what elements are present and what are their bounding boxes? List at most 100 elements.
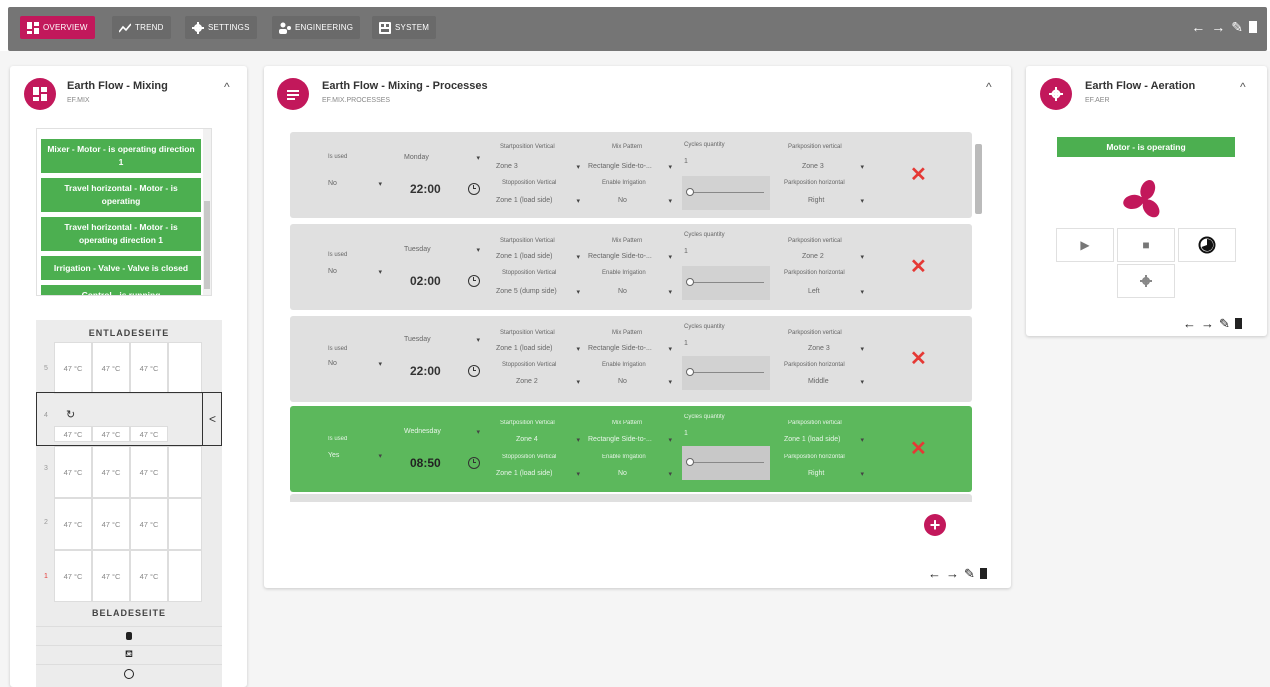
mix-pattern-select[interactable]: Rectangle Side-to-... ▾ [588,163,672,172]
time-value[interactable]: 08:50 [410,456,441,470]
clock-icon[interactable] [468,457,480,469]
is-used-select[interactable]: Yes ▾ [328,452,382,461]
process-row[interactable]: Is used No ▾ Monday ▾ 22:00 Startposition … [290,132,972,218]
mixing-status-list[interactable]: Mixer - Motor - is operating direction 1… [36,128,212,296]
park-vertical-select[interactable]: Zone 3 ▾ [784,163,864,172]
day-select[interactable]: Tuesday ▾ [404,336,480,345]
stop-vertical-select[interactable]: Zone 1 (load side) ▾ [496,470,580,479]
time-value[interactable]: 22:00 [410,182,441,196]
nav-trend-button[interactable]: TREND [112,16,171,39]
is-used-select[interactable]: No ▾ [328,180,382,189]
cycles-slider[interactable] [682,176,770,210]
mix-pattern-select[interactable]: Rectangle Side-to-... ▾ [588,436,672,445]
edit-pencil-icon[interactable]: ✎ [1219,316,1230,332]
process-row-partial[interactable] [290,494,972,502]
start-vertical-select[interactable]: Zone 4 ▾ [496,436,580,445]
irrigation-select[interactable]: No ▾ [588,378,672,387]
nav-system-button[interactable]: SYSTEM [372,16,437,39]
clock-icon[interactable] [468,183,480,195]
mixing-avatar [24,78,56,110]
stop-button[interactable]: ■ [1117,228,1175,262]
forward-arrow-icon[interactable]: → [946,566,959,582]
cycles-slider[interactable] [682,266,770,300]
processes-collapse-button[interactable]: ^ [986,80,992,94]
delete-row-icon[interactable]: ✕ [910,346,927,371]
forward-arrow-icon[interactable]: → [1201,316,1214,332]
slider-knob[interactable] [686,368,694,376]
irrigation-select[interactable]: No ▾ [588,470,672,479]
day-select[interactable]: Tuesday ▾ [404,246,480,255]
delete-row-icon[interactable]: ✕ [910,162,927,187]
process-row[interactable]: Is used Yes ▾ Wednesday ▾ 08:50 Startposit… [290,406,972,492]
time-value[interactable]: 22:00 [410,364,441,378]
cycles-value[interactable]: 1 [684,430,688,437]
mixing-title: Earth Flow - Mixing [67,80,168,92]
clock-icon[interactable] [468,365,480,377]
settings-button[interactable] [1117,264,1175,298]
process-row[interactable]: Is used No ▾ Tuesday ▾ 22:00 Startposition… [290,316,972,402]
processes-card-actions: ← → ✎ [928,566,987,582]
start-vertical-select[interactable]: Zone 1 (load side) ▾ [496,345,580,354]
stop-vertical-select[interactable]: Zone 2 ▾ [496,378,580,387]
auto-mode-button[interactable] [1178,228,1236,262]
park-vertical-select[interactable]: Zone 3 ▾ [784,345,864,354]
is-used-select[interactable]: No ▾ [328,268,382,277]
trash-icon[interactable] [1249,21,1257,33]
park-vertical-label: Parkposition vertical [788,238,842,244]
stop-vertical-select[interactable]: Zone 5 (dump side) ▾ [496,288,580,297]
process-scrollbar[interactable] [974,134,984,494]
slider-knob[interactable] [686,278,694,286]
process-row[interactable]: Is used No ▾ Tuesday ▾ 02:00 Startposition… [290,224,972,310]
process-scrollbar-thumb[interactable] [975,144,982,214]
trash-icon[interactable] [979,568,987,579]
cycles-slider[interactable] [682,356,770,390]
back-arrow-icon[interactable]: ← [928,566,941,582]
park-horizontal-select[interactable]: Right ▾ [784,197,864,206]
nav-overview-button[interactable]: OVERVIEW [20,16,95,39]
park-vertical-select[interactable]: Zone 2 ▾ [784,253,864,262]
nav-overview-label: OVERVIEW [43,23,88,32]
clock-icon[interactable] [468,275,480,287]
nav-settings-button[interactable]: SETTINGS [185,16,257,39]
edit-pencil-icon[interactable]: ✎ [964,566,975,582]
mix-pattern-select[interactable]: Rectangle Side-to-... ▾ [588,253,672,262]
time-value[interactable]: 02:00 [410,274,441,288]
status-scrollbar-thumb[interactable] [204,201,210,289]
chevron-left-icon[interactable]: < [202,392,222,446]
delete-row-icon[interactable]: ✕ [910,436,927,461]
delete-row-icon[interactable]: ✕ [910,254,927,279]
back-arrow-icon[interactable]: ← [1183,316,1196,332]
park-horizontal-select[interactable]: Right ▾ [784,470,864,479]
mix-pattern-select[interactable]: Rectangle Side-to-... ▾ [588,345,672,354]
add-process-button[interactable]: + [924,514,946,536]
stop-vertical-select[interactable]: Zone 1 (load side) ▾ [496,197,580,206]
start-vertical-select[interactable]: Zone 3 ▾ [496,163,580,172]
mixing-collapse-button[interactable]: ^ [224,80,230,94]
is-used-select[interactable]: No ▾ [328,360,382,369]
process-list[interactable]: Is used No ▾ Monday ▾ 22:00 Startposition … [290,130,984,502]
irrigation-select[interactable]: No ▾ [588,288,672,297]
cycles-slider[interactable] [682,446,770,480]
irrigation-select[interactable]: No ▾ [588,197,672,206]
edit-pencil-icon[interactable]: ✎ [1231,19,1243,36]
status-scrollbar[interactable] [203,129,211,295]
trash-icon[interactable] [1234,318,1242,329]
aeration-collapse-button[interactable]: ^ [1240,80,1246,94]
play-button[interactable]: ▶ [1056,228,1114,262]
park-horizontal-select[interactable]: Middle ▾ [784,378,864,387]
start-vertical-select[interactable]: Zone 1 (load side) ▾ [496,253,580,262]
day-select[interactable]: Monday ▾ [404,154,480,163]
park-horizontal-select[interactable]: Left ▾ [784,288,864,297]
enable-irrigation-label: Enable Irrigation [602,362,646,368]
back-arrow-icon[interactable]: ← [1191,19,1205,36]
slider-knob[interactable] [686,188,694,196]
cycles-value[interactable]: 1 [684,158,688,165]
slider-knob[interactable] [686,458,694,466]
nav-engineering-button[interactable]: ENGINEERING [272,16,361,39]
forward-arrow-icon[interactable]: → [1211,19,1225,36]
park-vertical-value: Zone 1 (load side) [784,436,841,443]
cycles-value[interactable]: 1 [684,340,688,347]
park-vertical-select[interactable]: Zone 1 (load side) ▾ [784,436,864,445]
day-select[interactable]: Wednesday ▾ [404,428,480,437]
cycles-value[interactable]: 1 [684,248,688,255]
